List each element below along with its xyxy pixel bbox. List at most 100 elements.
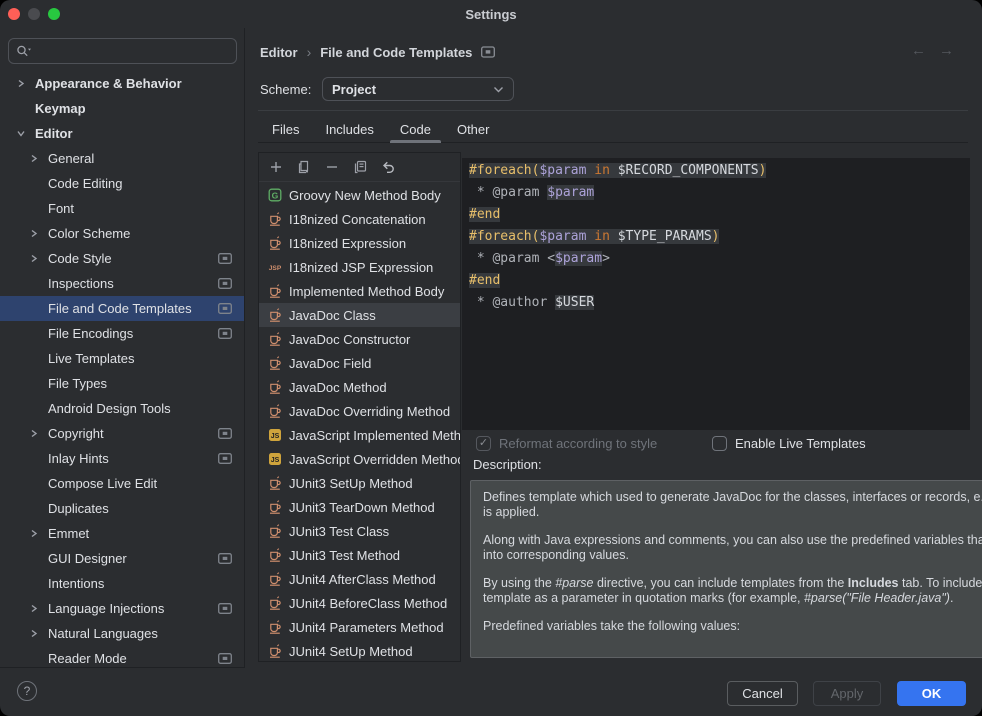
reset-to-default-button[interactable] [379,158,397,176]
close-window-button[interactable] [8,8,20,20]
template-item-junit3-setup-method[interactable]: JUnit3 SetUp Method [259,471,460,495]
chevron-right-icon[interactable] [27,228,40,240]
copy-template-button[interactable] [351,158,369,176]
sidebar-item-inspections[interactable]: Inspections [0,271,244,296]
template-item-label: I18nized Concatenation [289,212,426,227]
java-file-icon [267,403,283,419]
sidebar-item-compose-live-edit[interactable]: Compose Live Edit [0,471,244,496]
java-file-icon [267,355,283,371]
remove-template-button[interactable] [323,158,341,176]
chevron-spacer [27,478,40,490]
template-item-junit3-teardown-method[interactable]: JUnit3 TearDown Method [259,495,460,519]
sidebar-item-font[interactable]: Font [0,196,244,221]
chevron-right-icon[interactable] [14,78,27,90]
sidebar-item-duplicates[interactable]: Duplicates [0,496,244,521]
template-code-editor[interactable]: #foreach($param in $RECORD_COMPONENTS) *… [462,158,970,430]
sidebar-item-file-types[interactable]: File Types [0,371,244,396]
tab-includes[interactable]: Includes [313,116,385,142]
java-file-icon [267,235,283,251]
project-settings-icon [218,653,232,664]
scheme-select[interactable]: Project [322,77,514,101]
chevron-spacer [27,278,40,290]
forward-arrow-icon[interactable]: → [939,42,954,59]
chevron-right-icon[interactable] [27,528,40,540]
template-item-label: JavaScript Implemented Method Body [289,428,460,443]
chevron-right-icon[interactable] [27,603,40,615]
reformat-checkbox[interactable]: ✓ Reformat according to style [476,433,657,453]
template-item-javadoc-overriding-method[interactable]: JavaDoc Overriding Method [259,399,460,423]
zoom-window-button[interactable] [48,8,60,20]
chevron-down-icon[interactable] [14,128,27,140]
sidebar-item-code-style[interactable]: Code Style [0,246,244,271]
tab-other[interactable]: Other [445,116,502,142]
project-settings-icon [218,553,232,564]
sidebar-item-reader-mode[interactable]: Reader Mode [0,646,244,668]
breadcrumb-parent[interactable]: Editor [260,45,298,60]
window-title: Settings [0,7,982,22]
template-item-i18nized-concatenation[interactable]: I18nized Concatenation [259,207,460,231]
tab-code[interactable]: Code [388,116,443,142]
chevron-right-icon[interactable] [27,628,40,640]
chevron-right-icon[interactable] [27,253,40,265]
template-item-javadoc-constructor[interactable]: JavaDoc Constructor [259,327,460,351]
java-file-icon [267,307,283,323]
settings-search-input[interactable] [8,38,237,64]
sidebar-item-editor[interactable]: Editor [0,121,244,146]
chevron-right-icon[interactable] [27,428,40,440]
chevron-right-icon[interactable] [27,153,40,165]
help-button[interactable]: ? [17,681,37,701]
sidebar-item-general[interactable]: General [0,146,244,171]
sidebar-item-color-scheme[interactable]: Color Scheme [0,221,244,246]
chevron-spacer [27,578,40,590]
svg-text:JSP: JSP [269,265,282,272]
java-file-icon [267,619,283,635]
template-item-javadoc-class[interactable]: JavaDoc Class [259,303,460,327]
sidebar-item-emmet[interactable]: Emmet [0,521,244,546]
template-item-javascript-overridden-method-body[interactable]: JS JavaScript Overridden Method Body [259,447,460,471]
create-child-template-button[interactable] [295,158,313,176]
template-item-junit3-test-method[interactable]: JUnit3 Test Method [259,543,460,567]
sidebar-item-intentions[interactable]: Intentions [0,571,244,596]
sidebar-item-label: File Types [48,376,107,391]
sidebar-item-language-injections[interactable]: Language Injections [0,596,244,621]
template-item-junit4-beforeclass-method[interactable]: JUnit4 BeforeClass Method [259,591,460,615]
sidebar-item-inlay-hints[interactable]: Inlay Hints [0,446,244,471]
js-file-icon: JS [267,451,283,467]
sidebar-item-code-editing[interactable]: Code Editing [0,171,244,196]
java-file-icon [267,283,283,299]
sidebar-item-gui-designer[interactable]: GUI Designer [0,546,244,571]
sidebar-item-natural-languages[interactable]: Natural Languages [0,621,244,646]
add-template-button[interactable] [267,158,285,176]
template-item-groovy-new-method-body[interactable]: GGroovy New Method Body [259,183,460,207]
template-item-i18nized-jsp-expression[interactable]: JSPI18nized JSP Expression [259,255,460,279]
js-file-icon: JS [267,427,283,443]
template-item-junit4-afterclass-method[interactable]: JUnit4 AfterClass Method [259,567,460,591]
enable-live-templates-checkbox[interactable]: Enable Live Templates [712,433,866,453]
tab-files[interactable]: Files [260,116,311,142]
template-item-junit4-setup-method[interactable]: JUnit4 SetUp Method [259,639,460,661]
sidebar-item-copyright[interactable]: Copyright [0,421,244,446]
settings-sidebar: Appearance & BehaviorKeymap Editor General… [0,28,245,668]
template-item-junit4-parameters-method[interactable]: JUnit4 Parameters Method [259,615,460,639]
sidebar-item-android-design-tools[interactable]: Android Design Tools [0,396,244,421]
template-item-javascript-implemented-method-body[interactable]: JS JavaScript Implemented Method Body [259,423,460,447]
template-item-i18nized-expression[interactable]: I18nized Expression [259,231,460,255]
chevron-spacer [27,203,40,215]
template-item-implemented-method-body[interactable]: Implemented Method Body [259,279,460,303]
template-item-javadoc-field[interactable]: JavaDoc Field [259,351,460,375]
description-text: Defines template which used to generate … [470,480,982,658]
sidebar-item-appearance-behavior[interactable]: Appearance & Behavior [0,71,244,96]
duplicate-plus-icon [296,159,312,175]
ok-button[interactable]: OK [897,681,966,706]
template-item-javadoc-method[interactable]: JavaDoc Method [259,375,460,399]
cancel-button[interactable]: Cancel [727,681,798,706]
java-file-icon [267,331,283,347]
sidebar-item-file-encodings[interactable]: File Encodings [0,321,244,346]
template-item-label: JavaScript Overridden Method Body [289,452,460,467]
back-arrow-icon[interactable]: ← [911,42,926,59]
sidebar-item-label: Editor [35,126,73,141]
template-item-junit3-test-class[interactable]: JUnit3 Test Class [259,519,460,543]
sidebar-item-live-templates[interactable]: Live Templates [0,346,244,371]
sidebar-item-file-and-code-templates[interactable]: File and Code Templates [0,296,244,321]
sidebar-item-keymap[interactable]: Keymap [0,96,244,121]
